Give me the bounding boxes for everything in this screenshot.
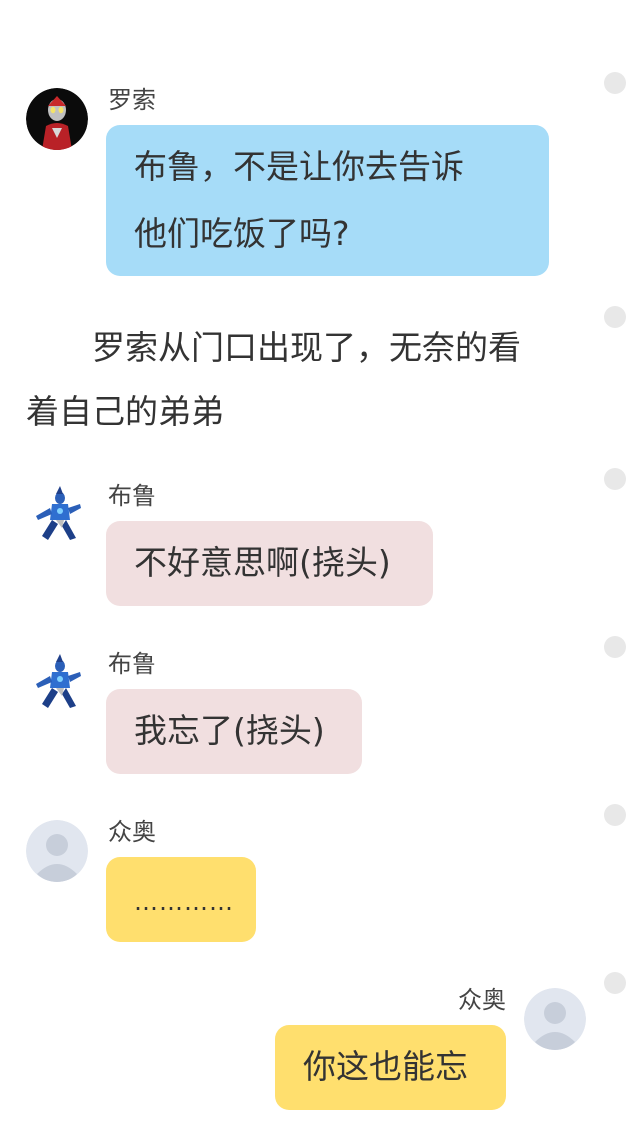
message-bubble[interactable]: 不好意思啊(挠头) [106,521,433,606]
message-bubble[interactable]: 布鲁，不是让你去告诉 他们吃饭了吗? [106,125,549,276]
circle-dot-icon[interactable] [604,306,626,328]
message-text: 不好意思啊(挠头) [134,543,391,582]
message-bubble[interactable]: ………… [106,857,256,942]
message-bubble[interactable]: 你这也能忘 [275,1025,506,1110]
message-text: ………… [134,888,234,916]
speaker-name: 布鲁 [108,650,156,678]
message-text: 你这也能忘 [303,1047,468,1086]
rosso-avatar-icon [26,88,88,150]
narration-line2: 着自己的弟弟 [26,392,224,431]
circle-dot-icon[interactable] [604,972,626,994]
circle-dot-icon[interactable] [604,804,626,826]
speaker-name: 众奥 [458,986,506,1014]
circle-dot-icon[interactable] [604,72,626,94]
blu-avatar-icon [26,652,88,714]
default-avatar-icon [524,988,586,1050]
circle-dot-icon[interactable] [604,468,626,490]
blu-avatar-icon [26,484,88,546]
message-text: 我忘了(挠头) [134,711,325,750]
message-text-line1: 布鲁，不是让你去告诉 [134,147,464,186]
narration-line1: 罗索从门口出现了，无奈的看 [92,328,521,367]
message-bubble[interactable]: 我忘了(挠头) [106,689,362,774]
message-text-line2: 他们吃饭了吗? [134,214,350,253]
speaker-name: 罗索 [108,86,156,114]
speaker-name: 众奥 [108,818,156,846]
circle-dot-icon[interactable] [604,636,626,658]
default-avatar-icon [26,820,88,882]
speaker-name: 布鲁 [108,482,156,510]
narration-text: 罗索从门口出现了，无奈的看 着自己的弟弟 [26,316,586,444]
